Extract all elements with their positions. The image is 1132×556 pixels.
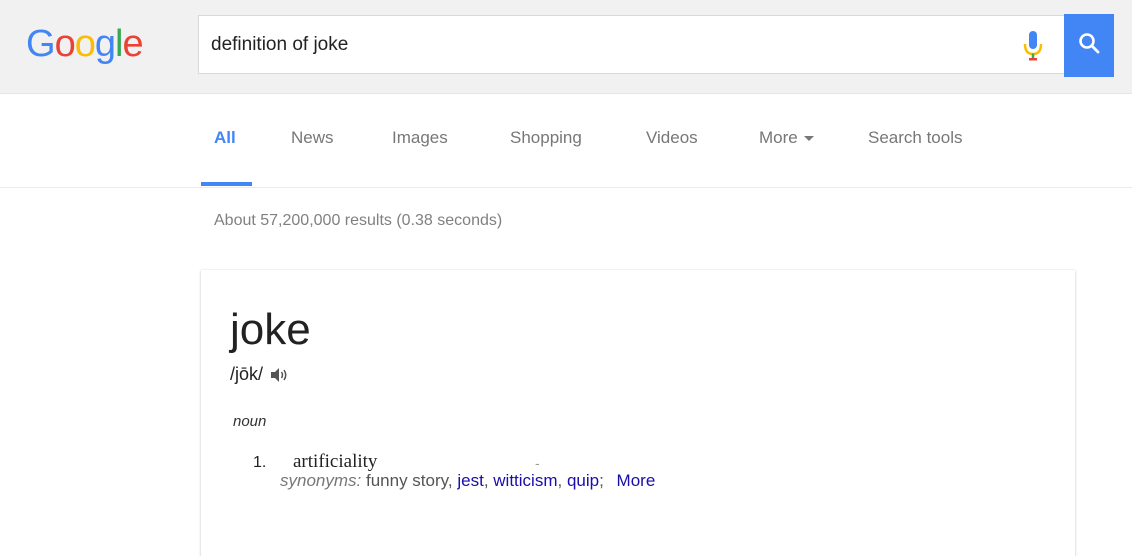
tab-search-tools[interactable]: Search tools xyxy=(868,128,963,148)
definition-text: artificiality xyxy=(293,451,378,472)
synonyms-more-link[interactable]: More xyxy=(617,471,656,490)
pronunciation-text: /jōk/ xyxy=(230,364,264,384)
synonyms-label: synonyms: xyxy=(280,471,362,490)
speaker-icon[interactable] xyxy=(269,366,289,384)
search-icon xyxy=(1077,31,1101,60)
search-header: Google xyxy=(0,0,1132,94)
result-stats: About 57,200,000 results (0.38 seconds) xyxy=(214,212,503,229)
search-results-page: Google All News xyxy=(0,0,1132,556)
active-tab-indicator xyxy=(201,182,252,186)
search-input[interactable] xyxy=(211,16,991,73)
synonym-link-quip[interactable]: quip xyxy=(567,471,599,490)
pronunciation-row: /jōk/ xyxy=(230,364,289,385)
search-button[interactable] xyxy=(1064,14,1114,77)
tab-news[interactable]: News xyxy=(291,128,334,148)
logo-letter: o xyxy=(54,23,76,65)
synonym-separator: , xyxy=(483,471,494,490)
synonym-link-witticism[interactable]: witticism xyxy=(493,471,557,490)
caret-down-icon xyxy=(803,136,814,142)
dictionary-word: joke xyxy=(230,305,311,354)
synonym-separator: ; xyxy=(599,471,604,490)
synonym-separator: , xyxy=(557,471,567,490)
synonyms-line: synonyms: funny story, jest, witticism, … xyxy=(280,471,655,491)
definition-number: 1. xyxy=(253,454,267,471)
dictionary-card: joke /jōk/ noun 1. artificiality - synon… xyxy=(201,270,1075,556)
logo-letter: G xyxy=(26,23,56,65)
google-logo[interactable]: Google xyxy=(26,21,144,67)
tab-more[interactable]: More xyxy=(759,128,814,148)
logo-letter: o xyxy=(74,23,96,65)
synonym-plain: funny story, xyxy=(365,471,453,490)
microphone-icon[interactable] xyxy=(1019,30,1047,62)
synonym-link-jest[interactable]: jest xyxy=(457,471,483,490)
tab-shopping[interactable]: Shopping xyxy=(510,128,582,148)
logo-letter: g xyxy=(94,23,116,65)
search-box xyxy=(198,15,1064,74)
tab-videos[interactable]: Videos xyxy=(646,128,698,148)
tab-all[interactable]: All xyxy=(214,128,236,148)
part-of-speech: noun xyxy=(233,413,267,430)
tab-more-label: More xyxy=(759,128,798,147)
definition-dash: - xyxy=(535,455,540,471)
logo-letter: l xyxy=(114,23,124,65)
search-tabs: All News Images Shopping Videos More Sea… xyxy=(0,94,1132,188)
tab-images[interactable]: Images xyxy=(392,128,448,148)
logo-letter: e xyxy=(122,23,143,65)
